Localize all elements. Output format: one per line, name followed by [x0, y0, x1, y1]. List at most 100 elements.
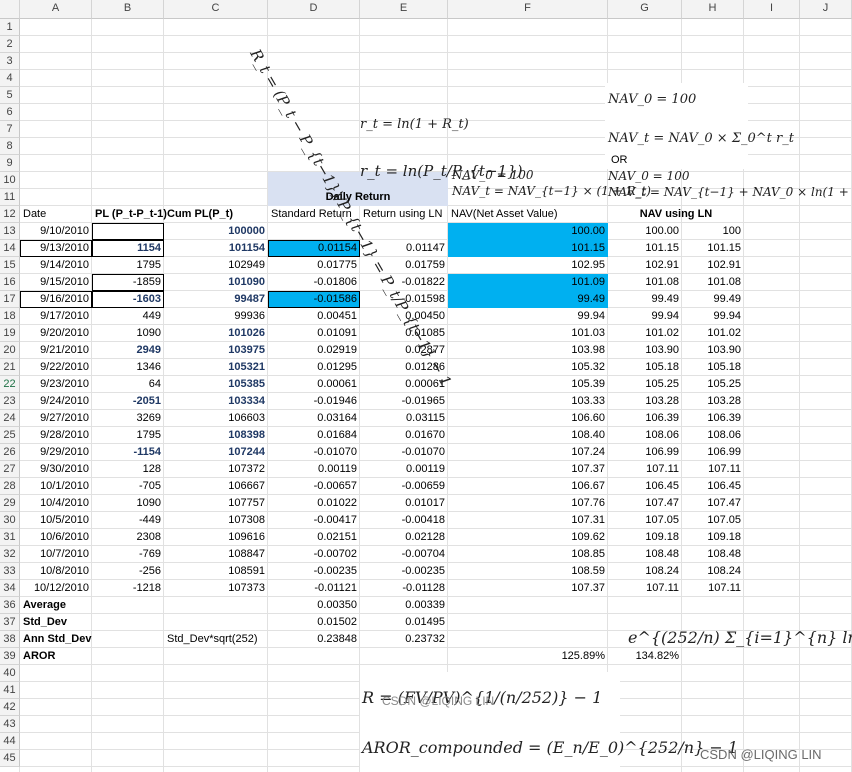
row-header-43[interactable]: 43 [0, 716, 20, 733]
return-ln-cell[interactable]: 0.00119 [360, 461, 448, 478]
pl-cell[interactable]: -1154 [92, 444, 164, 461]
return-ln-cell[interactable]: -0.01070 [360, 444, 448, 461]
column-header-a[interactable]: A [20, 0, 92, 19]
nav-cell[interactable]: 101.15 [448, 240, 608, 257]
row-header-9[interactable]: 9 [0, 155, 20, 172]
header-pl[interactable]: PL (P_t-P_t-1) [92, 206, 167, 223]
pl-cell[interactable]: 2949 [92, 342, 164, 359]
nav-cell[interactable]: 101.09 [448, 274, 608, 291]
date-cell[interactable]: 9/13/2010 [20, 240, 92, 257]
nav-cell[interactable]: 100.00 [448, 223, 608, 240]
row-header-22[interactable]: 22 [0, 376, 20, 393]
standard-return-cell[interactable]: -0.01586 [268, 291, 360, 308]
row-header-6[interactable]: 6 [0, 104, 20, 121]
header-nav[interactable]: NAV(Net Asset Value) [448, 206, 608, 223]
date-cell[interactable]: 9/24/2010 [20, 393, 92, 410]
nav-ln-h-cell[interactable]: 102.91 [682, 257, 744, 274]
return-ln-cell[interactable]: 0.01670 [360, 427, 448, 444]
date-cell[interactable]: 9/20/2010 [20, 325, 92, 342]
column-header-i[interactable]: I [744, 0, 800, 19]
cum-pl-cell[interactable]: 103334 [164, 393, 268, 410]
pl-cell[interactable]: -1859 [92, 274, 164, 291]
cum-pl-cell[interactable]: 106667 [164, 478, 268, 495]
standard-return-cell[interactable]: 0.02919 [268, 342, 360, 359]
cum-pl-cell[interactable]: 106603 [164, 410, 268, 427]
nav-ln-cell[interactable]: 108.24 [608, 563, 682, 580]
return-ln-cell[interactable]: -0.00704 [360, 546, 448, 563]
column-header-e[interactable]: E [360, 0, 448, 19]
cum-pl-cell[interactable]: 100000 [164, 223, 268, 240]
column-header-c[interactable]: C [164, 0, 268, 19]
row-header-38[interactable]: 38 [0, 631, 20, 648]
date-cell[interactable]: 9/17/2010 [20, 308, 92, 325]
pl-cell[interactable]: 128 [92, 461, 164, 478]
row-header-8[interactable]: 8 [0, 138, 20, 155]
pl-cell[interactable]: -1218 [92, 580, 164, 597]
row-header-27[interactable]: 27 [0, 461, 20, 478]
standard-return-cell[interactable]: 0.03164 [268, 410, 360, 427]
nav-ln-h-cell[interactable]: 109.18 [682, 529, 744, 546]
nav-ln-cell[interactable]: 101.08 [608, 274, 682, 291]
return-ln-cell[interactable]: 0.02128 [360, 529, 448, 546]
row-header-25[interactable]: 25 [0, 427, 20, 444]
standard-return-cell[interactable]: 0.01775 [268, 257, 360, 274]
average-standard[interactable]: 0.00350 [268, 597, 360, 614]
standard-return-cell[interactable]: -0.01806 [268, 274, 360, 291]
date-cell[interactable]: 10/4/2010 [20, 495, 92, 512]
column-header-g[interactable]: G [608, 0, 682, 19]
date-cell[interactable]: 10/8/2010 [20, 563, 92, 580]
pl-cell[interactable]: 1154 [92, 240, 164, 257]
row-header-10[interactable]: 10 [0, 172, 20, 189]
return-ln-cell[interactable]: -0.00418 [360, 512, 448, 529]
nav-cell[interactable]: 106.60 [448, 410, 608, 427]
standard-return-cell[interactable]: 0.00119 [268, 461, 360, 478]
row-header-7[interactable]: 7 [0, 121, 20, 138]
standard-return-cell[interactable]: -0.00235 [268, 563, 360, 580]
date-cell[interactable]: 9/15/2010 [20, 274, 92, 291]
row-header-12[interactable]: 12 [0, 206, 20, 223]
standard-return-cell[interactable]: 0.01022 [268, 495, 360, 512]
cum-pl-cell[interactable]: 107757 [164, 495, 268, 512]
cum-pl-cell[interactable]: 109616 [164, 529, 268, 546]
date-cell[interactable]: 10/6/2010 [20, 529, 92, 546]
pl-cell[interactable]: -256 [92, 563, 164, 580]
nav-cell[interactable]: 105.32 [448, 359, 608, 376]
row-header-23[interactable]: 23 [0, 393, 20, 410]
nav-ln-h-cell[interactable]: 99.94 [682, 308, 744, 325]
column-header-b[interactable]: B [92, 0, 164, 19]
std-dev-ln[interactable]: 0.01495 [360, 614, 448, 631]
nav-ln-h-cell[interactable]: 101.08 [682, 274, 744, 291]
cum-pl-cell[interactable]: 107372 [164, 461, 268, 478]
pl-cell[interactable]: -705 [92, 478, 164, 495]
standard-return-cell[interactable]: 0.01154 [268, 240, 360, 257]
date-cell[interactable]: 9/10/2010 [20, 223, 92, 240]
nav-ln-h-cell[interactable]: 103.28 [682, 393, 744, 410]
date-cell[interactable]: 9/21/2010 [20, 342, 92, 359]
header-nav-ln[interactable]: NAV using LN [608, 206, 744, 223]
row-header-45[interactable]: 45 [0, 750, 20, 767]
nav-cell[interactable]: 102.95 [448, 257, 608, 274]
cum-pl-cell[interactable]: 108398 [164, 427, 268, 444]
nav-ln-cell[interactable]: 109.18 [608, 529, 682, 546]
pl-cell[interactable]: 1090 [92, 325, 164, 342]
nav-cell[interactable]: 103.98 [448, 342, 608, 359]
nav-cell[interactable]: 107.31 [448, 512, 608, 529]
nav-ln-cell[interactable]: 101.02 [608, 325, 682, 342]
row-header-4[interactable]: 4 [0, 70, 20, 87]
row-header-44[interactable]: 44 [0, 733, 20, 750]
pl-cell[interactable]: 2308 [92, 529, 164, 546]
date-cell[interactable]: 10/5/2010 [20, 512, 92, 529]
standard-return-cell[interactable]: 0.00451 [268, 308, 360, 325]
nav-ln-h-cell[interactable]: 106.39 [682, 410, 744, 427]
row-header-42[interactable]: 42 [0, 699, 20, 716]
return-ln-cell[interactable]: -0.00659 [360, 478, 448, 495]
nav-ln-cell[interactable]: 103.28 [608, 393, 682, 410]
row-header-40[interactable]: 40 [0, 665, 20, 682]
column-header-f[interactable]: F [448, 0, 608, 19]
cum-pl-cell[interactable]: 101026 [164, 325, 268, 342]
standard-return-cell[interactable]: 0.01684 [268, 427, 360, 444]
nav-ln-h-cell[interactable]: 105.18 [682, 359, 744, 376]
date-cell[interactable]: 9/22/2010 [20, 359, 92, 376]
nav-ln-cell[interactable]: 107.47 [608, 495, 682, 512]
date-cell[interactable]: 9/28/2010 [20, 427, 92, 444]
